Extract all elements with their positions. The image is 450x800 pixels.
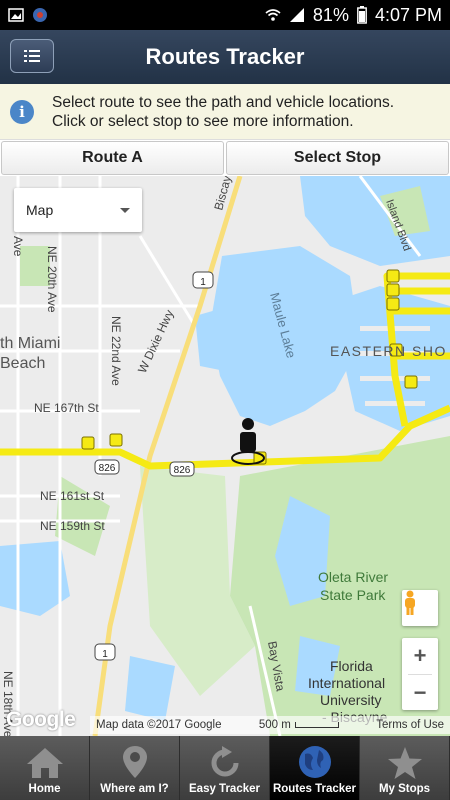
route-826-shield: 826 [94,459,120,475]
zoom-in-button[interactable]: + [402,638,438,674]
svg-text:1: 1 [200,277,206,288]
map-scale: 500 m [259,719,339,731]
bus-stop-icon[interactable] [386,269,400,283]
map-type-label: Map [26,202,54,218]
bus-stop-icon[interactable] [109,433,123,447]
svg-text:NE 20th Ave: NE 20th Ave [45,246,59,313]
map-attribution: Map data ©2017 Google 500 m Terms of Use [90,716,450,734]
stop-select-button[interactable]: Select Stop [226,141,449,175]
location-pin-icon [122,746,147,778]
svg-text:State Park: State Park [320,587,386,603]
svg-text:NE 159th St: NE 159th St [40,519,105,533]
info-icon: i [10,99,34,124]
chevron-down-icon [120,207,130,213]
tab-label: Where am I? [100,783,169,795]
bus-stop-icon[interactable] [386,283,400,297]
svg-text:th Miami: th Miami [0,335,60,352]
street-view-button[interactable] [402,590,438,626]
bus-stop-icon[interactable] [81,436,95,450]
signal-icon [289,8,304,22]
refresh-icon [211,746,238,777]
map-view[interactable]: 1 1 826 826 Maule Lake EASTERN SHO th Mi… [0,176,450,736]
svg-text:Florida: Florida [330,658,373,674]
info-text: Select route to see the path and vehicle… [52,93,394,131]
battery-percent: 81% [312,4,349,25]
tab-where-am-i[interactable]: Where am I? [90,736,180,800]
tab-label: Home [28,783,61,795]
route-1-shield: 1 [192,271,214,289]
map-canvas: 1 1 826 826 Maule Lake EASTERN SHO th Mi… [0,176,450,736]
tab-my-stops[interactable]: My Stops [360,736,450,800]
google-logo: Google [6,708,76,731]
info-banner: i Select route to see the path and vehic… [0,84,450,140]
zoom-controls: + − [402,638,438,710]
map-data-credit: Map data ©2017 Google [96,719,222,731]
scale-bar [294,721,339,728]
home-icon [26,748,63,778]
globe-notification-icon [33,8,47,22]
tab-label: Easy Tracker [189,783,260,795]
route-select-button[interactable]: Route A [1,141,224,175]
menu-button[interactable] [10,39,54,73]
route-826-shield-2: 826 [169,461,195,477]
list-menu-icon [24,50,40,62]
svg-text:Ave: Ave [11,236,25,257]
svg-text:NE 22nd Ave: NE 22nd Ave [109,316,123,386]
svg-text:International: International [308,675,385,691]
bottom-navigation: Home Where am I? Easy Tracker Routes Tra… [0,736,450,800]
status-bar: 81% 4:07 PM [0,0,450,30]
gallery-notification-icon [8,8,24,22]
pegman-icon [405,590,415,615]
tab-label: My Stops [378,783,431,795]
battery-icon [357,6,367,24]
app-header: Routes Tracker [0,30,450,84]
tab-label: Routes Tracker [272,783,357,795]
tab-easy-tracker[interactable]: Easy Tracker [180,736,270,800]
info-line-2: Click or select stop to see more informa… [52,112,354,130]
zoom-out-button[interactable]: − [402,675,438,711]
bus-stop-icon[interactable] [404,375,418,389]
wifi-icon [265,9,281,21]
svg-text:Oleta River: Oleta River [318,569,388,585]
tab-home[interactable]: Home [0,736,90,800]
page-title: Routes Tracker [145,44,305,69]
info-line-1: Select route to see the path and vehicle… [52,93,395,111]
tab-routes-tracker[interactable]: Routes Tracker [270,736,360,800]
svg-text:NE 161st St: NE 161st St [40,489,105,503]
selector-row: Route A Select Stop [0,140,450,176]
map-type-selector[interactable]: Map [14,188,142,232]
svg-text:University: University [320,692,381,708]
svg-text:Beach: Beach [0,355,45,372]
app-root: 81% 4:07 PM Routes Tracker i Select rout… [0,0,450,800]
star-icon [387,747,422,779]
svg-text:NE 167th St: NE 167th St [34,401,99,415]
svg-text:826: 826 [174,465,191,476]
bus-stop-icon[interactable] [386,297,400,311]
svg-text:826: 826 [99,463,116,474]
route-1-shield-south: 1 [94,643,116,661]
clock: 4:07 PM [374,4,442,25]
svg-text:1: 1 [102,649,108,660]
svg-text:EASTERN SHO: EASTERN SHO [330,343,447,359]
globe-icon [298,746,331,778]
terms-link[interactable]: Terms of Use [376,719,444,731]
